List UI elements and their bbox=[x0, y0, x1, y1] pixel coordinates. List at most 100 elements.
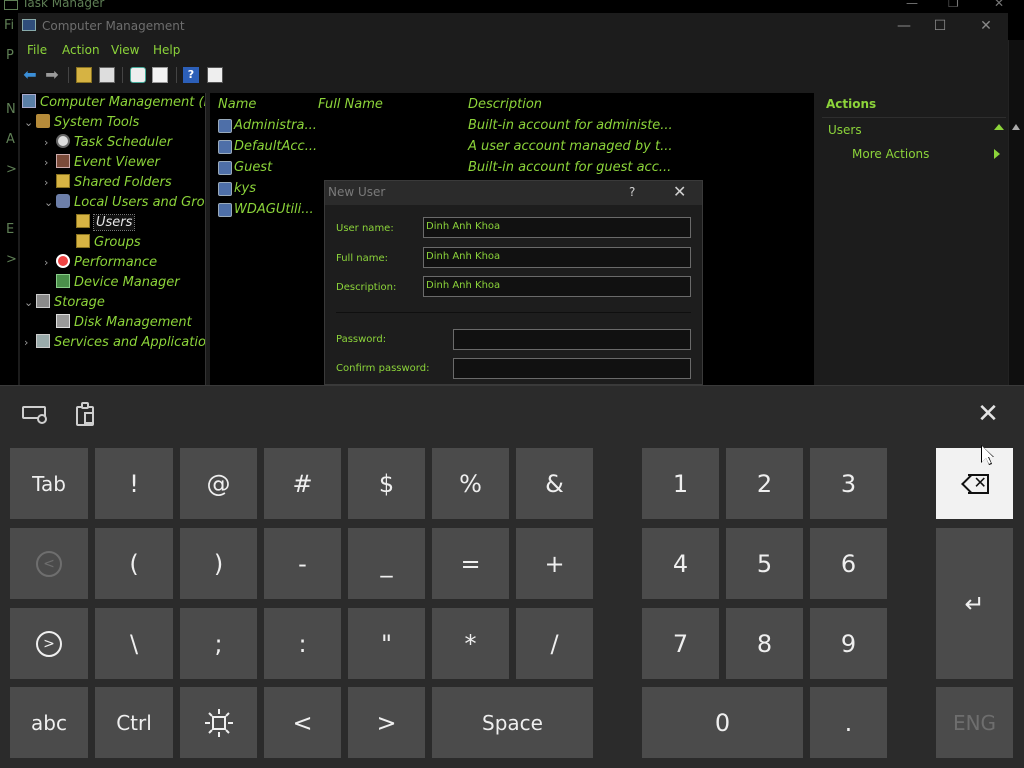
key-hash[interactable]: # bbox=[264, 448, 341, 519]
key-right-arrow[interactable]: > bbox=[348, 687, 425, 758]
table-row[interactable]: Guest Built-in account for guest acc... bbox=[210, 158, 814, 178]
key-backspace[interactable]: ✕ bbox=[936, 448, 1013, 519]
key-1[interactable]: 1 bbox=[642, 448, 719, 519]
key-5[interactable]: 5 bbox=[726, 528, 803, 599]
chevron-down-icon[interactable]: ⌄ bbox=[24, 116, 36, 129]
tm-expand-1[interactable]: > bbox=[6, 162, 17, 177]
key-double-quote[interactable]: " bbox=[348, 608, 425, 679]
key-exclamation[interactable]: ! bbox=[95, 448, 173, 519]
column-header-description[interactable]: Description bbox=[468, 97, 542, 112]
key-period[interactable]: . bbox=[810, 687, 887, 758]
menu-help[interactable]: Help bbox=[153, 43, 180, 57]
close-button[interactable]: ✕ bbox=[976, 17, 996, 35]
keyboard-close-button[interactable]: ✕ bbox=[974, 400, 1002, 428]
table-row[interactable]: Administra... Built-in account for admin… bbox=[210, 116, 814, 136]
tree-node-task-scheduler[interactable]: › Task Scheduler bbox=[44, 134, 172, 154]
refresh-icon[interactable] bbox=[130, 67, 146, 83]
key-emoji-settings[interactable] bbox=[180, 687, 257, 758]
key-tab[interactable]: Tab bbox=[10, 448, 88, 519]
key-left-arrow[interactable]: < bbox=[264, 687, 341, 758]
clipboard-icon[interactable] bbox=[76, 402, 96, 426]
tm-menu-file[interactable]: Fi bbox=[4, 18, 14, 33]
tree-node-shared-folders[interactable]: › Shared Folders bbox=[44, 174, 172, 194]
tree-node-event-viewer[interactable]: › Event Viewer bbox=[44, 154, 160, 174]
scroll-up-icon[interactable] bbox=[1012, 124, 1020, 130]
chevron-right-icon[interactable]: › bbox=[44, 136, 56, 149]
task-manager-restore-button[interactable]: ❐ bbox=[948, 0, 959, 10]
key-language[interactable]: ENG bbox=[936, 687, 1013, 758]
chevron-right-icon[interactable]: › bbox=[44, 176, 56, 189]
key-space[interactable]: Space bbox=[432, 687, 593, 758]
tree-node-disk-management[interactable]: Disk Management bbox=[56, 314, 192, 334]
column-header-name[interactable]: Name bbox=[218, 97, 256, 112]
key-minus[interactable]: - bbox=[264, 528, 341, 599]
key-asterisk[interactable]: * bbox=[432, 608, 509, 679]
chevron-right-icon[interactable] bbox=[994, 149, 1000, 159]
chevron-right-icon[interactable]: › bbox=[44, 156, 56, 169]
actions-section-users[interactable]: Users bbox=[822, 117, 1006, 139]
forward-arrow-icon[interactable]: ➡ bbox=[44, 67, 60, 83]
tree-node-storage[interactable]: ⌄ Storage bbox=[24, 294, 105, 314]
key-close-paren[interactable]: ) bbox=[180, 528, 257, 599]
minimize-button[interactable]: — bbox=[894, 17, 914, 35]
export-list-icon[interactable] bbox=[152, 67, 168, 83]
key-previous-page[interactable]: < bbox=[10, 528, 88, 599]
menu-file[interactable]: File bbox=[27, 43, 47, 57]
key-at[interactable]: @ bbox=[180, 448, 257, 519]
back-arrow-icon[interactable]: ⬅ bbox=[22, 67, 38, 83]
tm-tab-processes[interactable]: P bbox=[6, 48, 14, 63]
key-0[interactable]: 0 bbox=[642, 687, 803, 758]
key-equals[interactable]: = bbox=[432, 528, 509, 599]
key-underscore[interactable]: _ bbox=[348, 528, 425, 599]
key-percent[interactable]: % bbox=[432, 448, 509, 519]
dialog-help-button[interactable]: ? bbox=[629, 185, 635, 199]
key-ctrl[interactable]: Ctrl bbox=[95, 687, 173, 758]
chevron-down-icon[interactable]: ⌄ bbox=[44, 196, 56, 209]
password-field[interactable] bbox=[453, 329, 691, 350]
chevron-right-icon[interactable]: › bbox=[44, 256, 56, 269]
task-manager-minimize-button[interactable]: — bbox=[906, 0, 918, 10]
chevron-down-icon[interactable]: ⌄ bbox=[24, 296, 36, 309]
tm-expand-2[interactable]: > bbox=[6, 252, 17, 267]
task-manager-close-button[interactable]: ✕ bbox=[994, 0, 1004, 10]
key-plus[interactable]: + bbox=[516, 528, 593, 599]
column-header-full-name[interactable]: Full Name bbox=[318, 97, 383, 112]
key-next-page[interactable]: > bbox=[10, 608, 88, 679]
up-folder-icon[interactable] bbox=[76, 67, 92, 83]
show-hide-tree-icon[interactable] bbox=[99, 67, 115, 83]
key-abc[interactable]: abc bbox=[10, 687, 88, 758]
key-7[interactable]: 7 bbox=[642, 608, 719, 679]
key-slash[interactable]: / bbox=[516, 608, 593, 679]
menu-action[interactable]: Action bbox=[62, 43, 100, 57]
key-ampersand[interactable]: & bbox=[516, 448, 593, 519]
task-manager-scrollbar[interactable] bbox=[1008, 40, 1024, 385]
description-field[interactable]: Dinh Anh Khoa bbox=[423, 276, 691, 297]
confirm-password-field[interactable] bbox=[453, 358, 691, 379]
full-name-field[interactable]: Dinh Anh Khoa bbox=[423, 247, 691, 268]
tree-node-performance[interactable]: › Performance bbox=[44, 254, 157, 274]
key-9[interactable]: 9 bbox=[810, 608, 887, 679]
key-enter[interactable]: ↵ bbox=[936, 528, 1013, 679]
keyboard-settings-icon[interactable] bbox=[22, 404, 48, 424]
dialog-close-button[interactable]: ✕ bbox=[673, 182, 686, 201]
key-colon[interactable]: : bbox=[264, 608, 341, 679]
key-3[interactable]: 3 bbox=[810, 448, 887, 519]
help-icon[interactable]: ? bbox=[183, 67, 199, 83]
maximize-button[interactable]: ☐ bbox=[930, 17, 950, 35]
key-6[interactable]: 6 bbox=[810, 528, 887, 599]
key-open-paren[interactable]: ( bbox=[95, 528, 173, 599]
key-8[interactable]: 8 bbox=[726, 608, 803, 679]
tree-node-users[interactable]: Users bbox=[76, 214, 136, 234]
key-2[interactable]: 2 bbox=[726, 448, 803, 519]
chevron-right-icon[interactable]: › bbox=[24, 336, 36, 349]
tree-node-services-applications[interactable]: › Services and Applicatior bbox=[24, 334, 205, 354]
tree-node-local-users-groups[interactable]: ⌄ Local Users and Grou bbox=[44, 194, 205, 214]
tree-node-device-manager[interactable]: Device Manager bbox=[56, 274, 180, 294]
collapse-up-icon[interactable] bbox=[994, 124, 1004, 130]
key-semicolon[interactable]: ; bbox=[180, 608, 257, 679]
more-actions-link[interactable]: More Actions bbox=[852, 147, 929, 161]
key-dollar[interactable]: $ bbox=[348, 448, 425, 519]
tree-node-system-tools[interactable]: ⌄ System Tools bbox=[24, 114, 139, 134]
properties-icon[interactable] bbox=[207, 67, 223, 83]
key-backslash[interactable]: \ bbox=[95, 608, 173, 679]
